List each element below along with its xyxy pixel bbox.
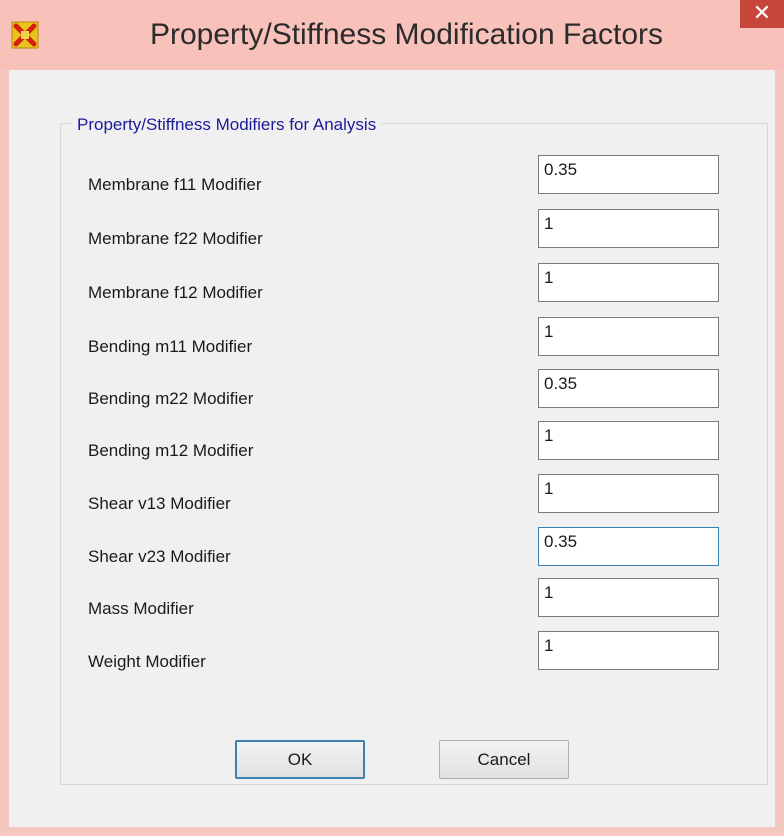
title-bar[interactable]: Property/Stiffness Modification Factors … [0, 0, 784, 70]
membrane-f12-input[interactable] [538, 263, 719, 302]
bending-m12-label: Bending m12 Modifier [88, 441, 254, 460]
close-button[interactable]: ✕ [740, 0, 784, 28]
membrane-f22-input[interactable] [538, 209, 719, 248]
weight-modifier-input[interactable] [538, 631, 719, 670]
membrane-f11-label: Membrane f11 Modifier [88, 175, 262, 194]
mass-modifier-input[interactable] [538, 578, 719, 617]
app-x-icon[interactable] [10, 20, 40, 50]
shear-v23-input[interactable] [538, 527, 719, 566]
ok-button[interactable]: OK [235, 740, 365, 779]
window-title: Property/Stiffness Modification Factors [150, 18, 663, 51]
bending-m11-input[interactable] [538, 317, 719, 356]
groupbox-title: Property/Stiffness Modifiers for Analysi… [72, 114, 382, 136]
cancel-button[interactable]: Cancel [439, 740, 569, 779]
mass-modifier-label: Mass Modifier [88, 599, 194, 618]
bending-m22-label: Bending m22 Modifier [88, 389, 254, 408]
shear-v13-input[interactable] [538, 474, 719, 513]
weight-modifier-label: Weight Modifier [88, 652, 206, 671]
shear-v23-label: Shear v23 Modifier [88, 547, 231, 566]
bending-m11-label: Bending m11 Modifier [88, 337, 253, 356]
shear-v13-label: Shear v13 Modifier [88, 494, 231, 513]
membrane-f12-label: Membrane f12 Modifier [88, 283, 263, 302]
membrane-f11-input[interactable] [538, 155, 719, 194]
dialog-window: Property/Stiffness Modification Factors … [0, 0, 784, 836]
bending-m12-input[interactable] [538, 421, 719, 460]
membrane-f22-label: Membrane f22 Modifier [88, 229, 263, 248]
bending-m22-input[interactable] [538, 369, 719, 408]
